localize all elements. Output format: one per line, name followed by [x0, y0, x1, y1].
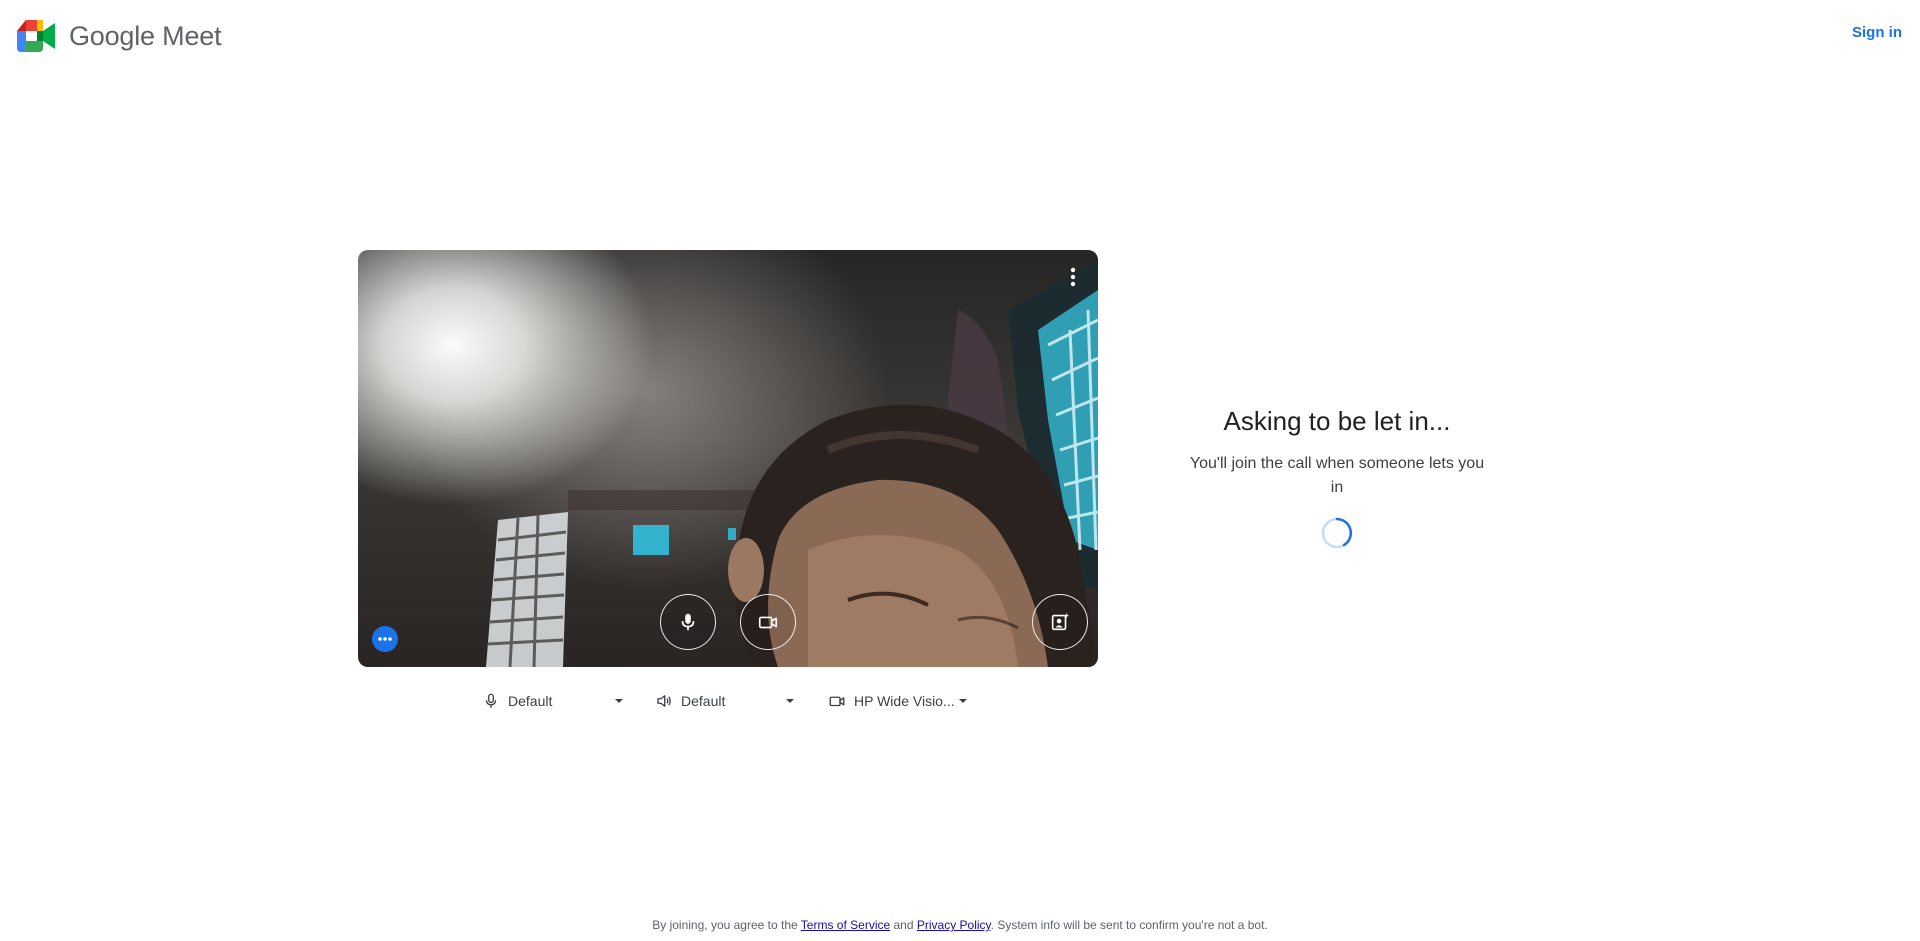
status-title: Asking to be let in...: [1223, 406, 1451, 436]
device-selectors: Default Default HP Wide Visio...: [358, 687, 1098, 715]
speaker-selected-value: Default: [681, 693, 726, 709]
waiting-status-panel: Asking to be let in... You'll join the c…: [1176, 404, 1498, 550]
footer-prefix: By joining, you agree to the: [652, 918, 801, 932]
legal-footer: By joining, you agree to the Terms of Se…: [0, 918, 1920, 932]
more-vert-icon: [1070, 267, 1076, 287]
camera-preview: [358, 250, 1098, 667]
google-meet-logo[interactable]: Google Meet: [17, 20, 222, 52]
visual-effects-icon: [1051, 612, 1070, 631]
status-subtitle: You'll join the call when someone lets y…: [1189, 455, 1485, 496]
meet-logo-icon: [17, 20, 55, 52]
camera-toggle-button[interactable]: [740, 594, 796, 650]
more-horiz-icon: [378, 637, 392, 641]
terms-of-service-link[interactable]: Terms of Service: [801, 918, 890, 932]
microphone-toggle-button[interactable]: [660, 594, 716, 650]
sign-in-link[interactable]: Sign in: [1852, 24, 1902, 41]
chevron-down-icon: [959, 699, 967, 703]
microphone-selected-value: Default: [508, 693, 553, 709]
apply-visual-effects-button[interactable]: [1032, 594, 1088, 650]
chevron-down-icon: [786, 699, 794, 703]
videocam-icon: [829, 696, 845, 707]
microphone-select[interactable]: Default: [482, 687, 623, 715]
camera-select[interactable]: HP Wide Visio...: [828, 687, 968, 715]
header: Google Meet Sign in: [0, 0, 1920, 76]
footer-and: and: [890, 918, 917, 932]
privacy-policy-link[interactable]: Privacy Policy: [917, 918, 991, 932]
speaker-select[interactable]: Default: [655, 687, 795, 715]
loading-spinner-icon: [1321, 517, 1353, 549]
mic-icon: [681, 613, 695, 631]
camera-feed-image: [486, 260, 1098, 667]
volume-icon: [657, 695, 671, 707]
more-options-button[interactable]: [1060, 262, 1086, 292]
footer-suffix: . System info will be sent to confirm yo…: [990, 918, 1268, 932]
mic-icon: [485, 693, 497, 708]
app-name: Google Meet: [69, 21, 222, 51]
chevron-down-icon: [615, 699, 623, 703]
videocam-icon: [758, 616, 778, 629]
camera-selected-value: HP Wide Visio...: [854, 693, 955, 709]
more-actions-button[interactable]: [372, 626, 398, 652]
